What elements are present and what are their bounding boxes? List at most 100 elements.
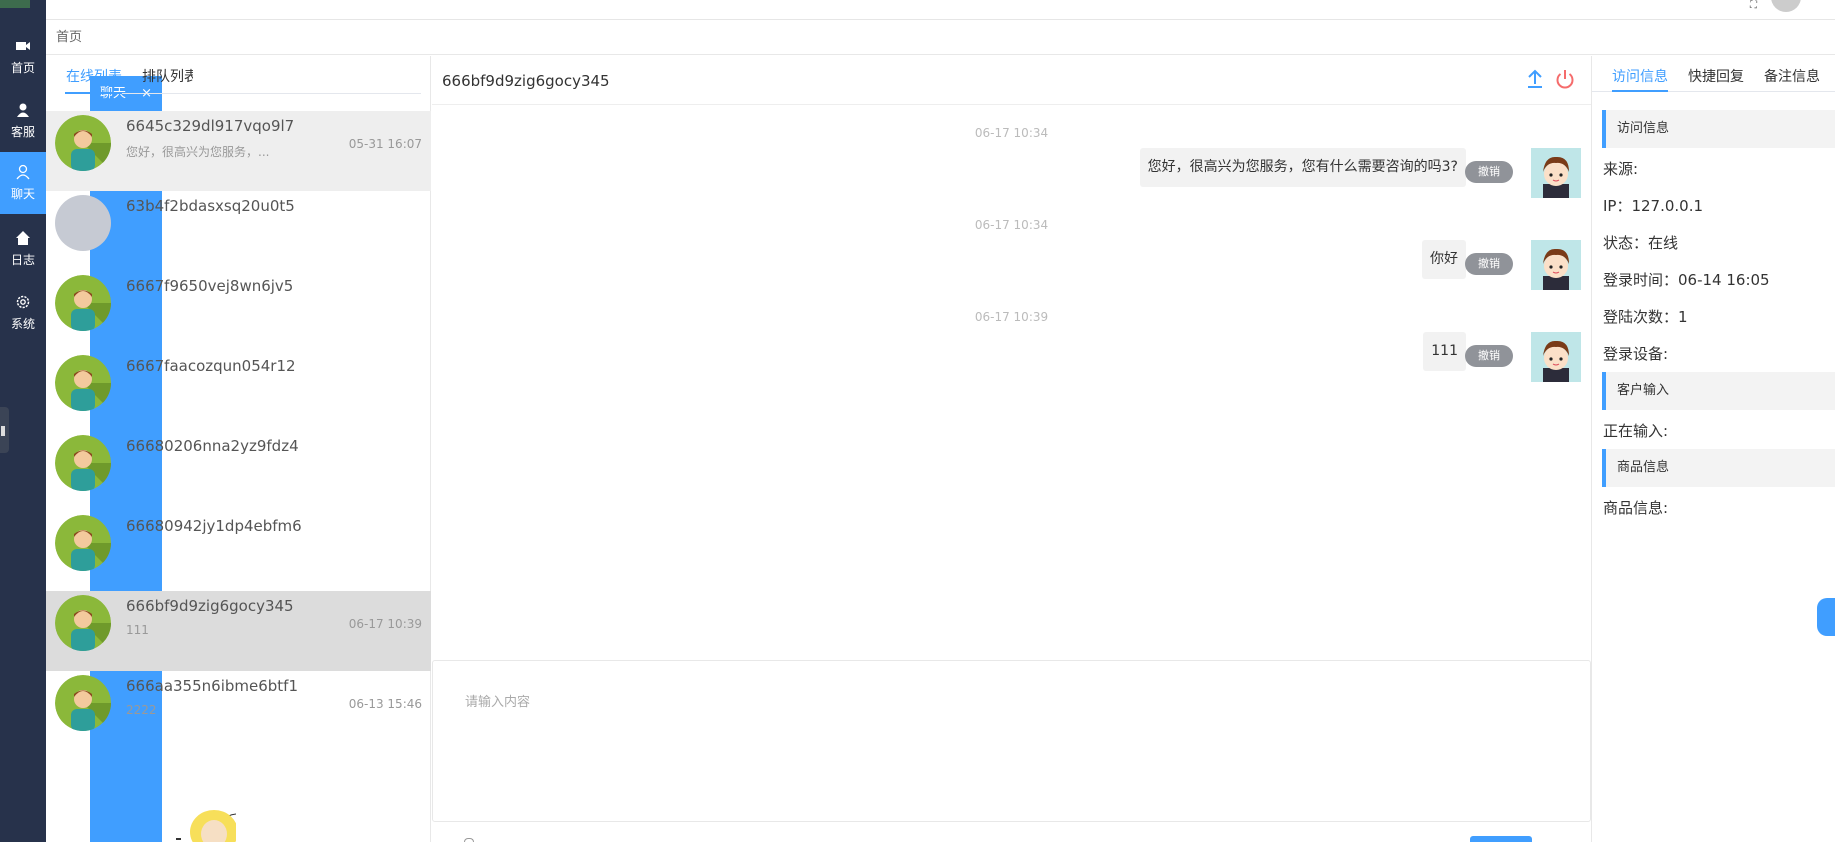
conversation-name: 666aa355n6ibme6btf1	[126, 677, 298, 695]
chat-panel: 666bf9d9zig6gocy345 06-17 10:34 您好，很高兴为您…	[432, 56, 1591, 842]
tab-underline	[1612, 90, 1668, 92]
avatar	[55, 355, 111, 411]
nav-item-service[interactable]: 客服	[0, 90, 46, 152]
conversation-name: 6645c329dl917vqo9l7	[126, 117, 295, 135]
page-tabs: 首页 聊天 ×	[46, 20, 1835, 842]
video-camera-icon	[16, 42, 30, 50]
tab-queue[interactable]: 排队列表	[142, 66, 195, 86]
conversation-name: 6667f9650vej8wn6jv5	[126, 277, 294, 295]
power-icon[interactable]	[1554, 68, 1576, 90]
tab-quick-reply[interactable]: 快捷回复	[1688, 66, 1744, 86]
conversation-name: 66680206nna2yz9fdz4	[126, 437, 299, 455]
message-timestamp: 06-17 10:34	[974, 126, 1049, 140]
message-bubble: 您好，很高兴为您服务，您有什么需要咨询的吗3?	[1139, 148, 1466, 187]
message-timestamp: 06-17 10:39	[974, 310, 1049, 324]
message-area: 06-17 10:34 您好，很高兴为您服务，您有什么需要咨询的吗3? 撤销 0…	[432, 106, 1591, 660]
goods-row: 商品信息:	[1603, 499, 1669, 517]
ip-row: IP：127.0.0.1	[1603, 197, 1704, 215]
conversation-item[interactable]: 63b4f2bdasxsq20u0t5	[46, 191, 431, 271]
nav-item-label: 首页	[10, 61, 35, 75]
conversation-time: 06-17 10:39	[348, 617, 422, 631]
send-button[interactable]	[1470, 836, 1532, 842]
conversation-item[interactable]: 666aa355n6ibme6btf1 2222 06-13 15:46	[46, 671, 431, 751]
tab-online[interactable]: 在线列表	[66, 66, 122, 86]
tab-notes[interactable]: 备注信息	[1764, 66, 1820, 86]
device-row: 登录设备:	[1603, 345, 1669, 363]
info-panel: 访问信息 快捷回复 备注信息 访问信息 来源: IP：127.0.0.1 状态：…	[1591, 56, 1835, 842]
top-bar: ⛶	[46, 0, 1835, 20]
user-avatar[interactable]	[1771, 0, 1801, 12]
message-input-box[interactable]: 请输入内容	[432, 660, 1591, 822]
input-placeholder: 请输入内容	[465, 695, 531, 710]
chat-header: 666bf9d9zig6gocy345	[432, 56, 1591, 105]
gear-icon	[16, 295, 30, 309]
section-customer-input: 客户输入	[1602, 372, 1835, 410]
conversation-preview: 2222	[126, 703, 157, 717]
tabs-mask	[193, 56, 393, 92]
nav-item-label: 聊天	[10, 187, 35, 201]
conversation-preview: 您好，很高兴为您服务，...	[126, 145, 270, 159]
agent-avatar	[1531, 240, 1581, 290]
conversation-list: 在线列表 排队列表 6645c329dl917vqo9l7 您好，很高兴为您服务，…	[46, 56, 431, 842]
agent-avatar	[1531, 148, 1581, 198]
conversation-item[interactable]: 6667faacozqun054r12	[46, 351, 431, 431]
user-filled-icon	[17, 103, 29, 117]
tab-home[interactable]: 首页	[46, 20, 92, 55]
conversation-name: 63b4f2bdasxsq20u0t5	[126, 197, 295, 215]
conversation-preview: 111	[126, 623, 149, 637]
nav-item-label: 客服	[10, 125, 35, 139]
nav-item-label: 日志	[10, 253, 35, 267]
message-bubble: 你好	[1422, 240, 1466, 279]
conversation-time: 06-13 15:46	[348, 697, 422, 711]
upload-icon[interactable]	[1525, 68, 1545, 90]
login-count-row: 登陆次数：1	[1603, 308, 1688, 326]
section-goods: 商品信息	[1602, 449, 1835, 487]
section-visit-info: 访问信息	[1602, 110, 1835, 148]
conversation-item[interactable]: 6645c329dl917vqo9l7 您好，很高兴为您服务，... 05-31 1…	[46, 111, 431, 191]
nav-item-home[interactable]: 首页	[0, 26, 46, 88]
message-timestamp: 06-17 10:34	[974, 218, 1049, 232]
login-time-row: 登录时间：06-14 16:05	[1603, 271, 1770, 289]
typing-row: 正在输入:	[1603, 422, 1669, 440]
tab-visit-info[interactable]: 访问信息	[1612, 66, 1668, 86]
conversation-name: 666bf9d9zig6gocy345	[126, 597, 294, 615]
conversation-item[interactable]: 666bf9d9zig6gocy345 111 06-17 10:39	[46, 591, 431, 671]
revoke-button[interactable]: 撤销	[1465, 161, 1513, 183]
agent-avatar	[1531, 332, 1581, 382]
logo	[0, 0, 30, 8]
conversation-item[interactable]: 66680942jy1dp4ebfm6	[46, 511, 431, 591]
emoji-icon[interactable]	[464, 838, 474, 842]
conversation-item[interactable]: 6667f9650vej8wn6jv5	[46, 271, 431, 351]
source-row: 来源:	[1603, 160, 1639, 178]
info-tabs: 访问信息 快捷回复 备注信息	[1592, 56, 1835, 92]
cartoon-avatar-image	[176, 810, 236, 842]
avatar	[55, 675, 111, 731]
list-tabs: 在线列表 排队列表	[46, 56, 421, 94]
message-bubble: 111	[1423, 332, 1466, 371]
revoke-button[interactable]: 撤销	[1465, 253, 1513, 275]
floating-link-button[interactable]	[1817, 598, 1835, 636]
avatar	[55, 435, 111, 491]
collapse-handle[interactable]	[0, 407, 9, 453]
avatar	[55, 595, 111, 651]
revoke-button[interactable]: 撤销	[1465, 345, 1513, 367]
conversation-name: 6667faacozqun054r12	[126, 357, 296, 375]
conversation-time: 05-31 16:07	[348, 137, 422, 151]
avatar	[55, 275, 111, 331]
nav-item-system[interactable]: 系统	[0, 282, 46, 344]
avatar	[55, 195, 111, 251]
nav-item-log[interactable]: 日志	[0, 218, 46, 280]
user-icon	[16, 164, 30, 180]
tab-underline	[65, 92, 122, 94]
fullscreen-icon[interactable]: ⛶	[1750, 0, 1757, 11]
conversation-name: 66680942jy1dp4ebfm6	[126, 517, 302, 535]
avatar	[55, 115, 111, 171]
nav-item-label: 系统	[10, 317, 35, 331]
status-row: 状态：在线	[1603, 234, 1679, 252]
nav-item-chat[interactable]: 聊天	[0, 152, 46, 214]
chat-title: 666bf9d9zig6gocy345	[442, 72, 610, 90]
conversation-item[interactable]: 66680206nna2yz9fdz4	[46, 431, 431, 511]
left-nav: 首页 客服 聊天 日志 系统	[0, 0, 46, 842]
app: 首页 客服 聊天 日志 系统 ⛶ 首页 聊天 ×	[0, 0, 1835, 842]
avatar	[55, 515, 111, 571]
